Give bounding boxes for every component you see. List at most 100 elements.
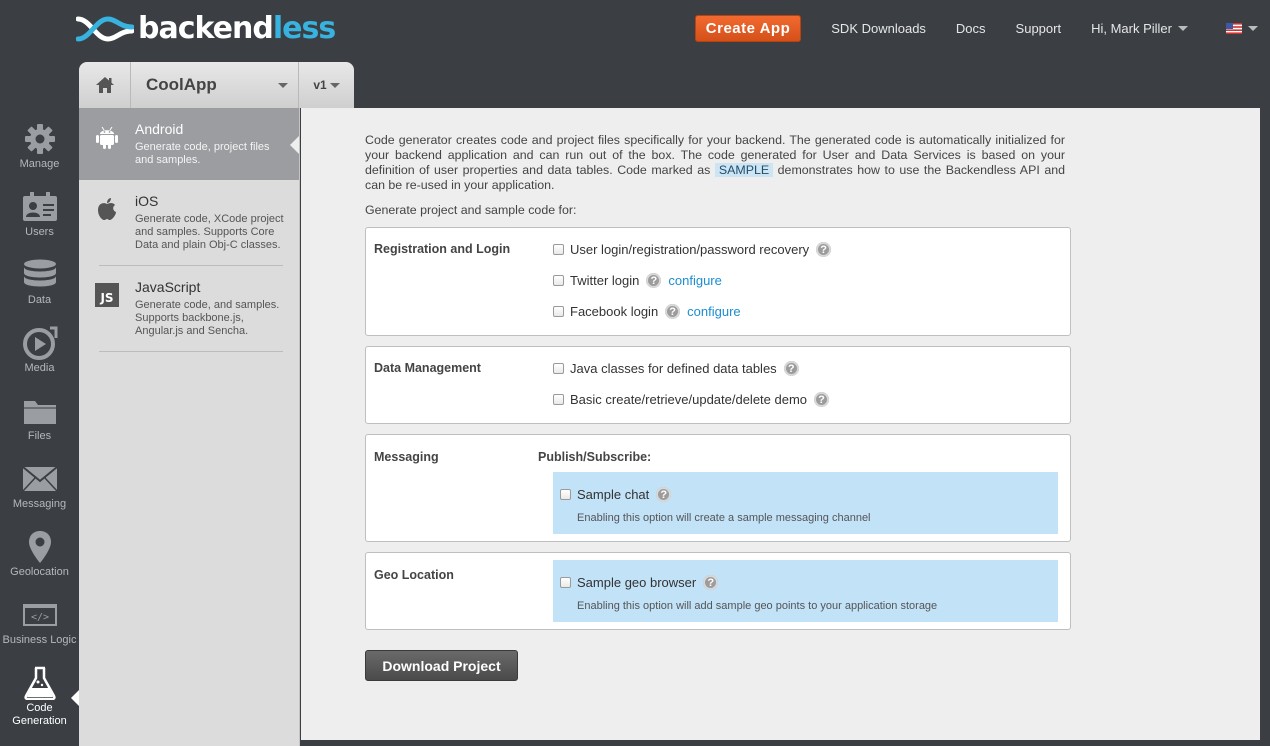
twitter-configure-link[interactable]: configure [668,273,721,288]
chevron-down-icon [1248,26,1258,31]
help-icon[interactable]: ? [783,361,799,376]
sidebar-item-media[interactable]: Media [0,312,79,380]
sidebar-item-manage[interactable]: Manage [0,108,79,176]
divider [99,351,283,352]
java-classes-checkbox[interactable] [553,363,564,374]
option-sample-geo-browser: Sample geo browser ? [560,575,719,590]
help-icon[interactable]: ? [703,575,719,590]
option-sample-chat: Sample chat ? [560,487,672,502]
sidebar-item-files[interactable]: Files [0,380,79,448]
svg-text:JS: JS [99,291,113,305]
sample-chat-box: Sample chat ? Enabling this option will … [553,472,1058,534]
gear-icon [22,122,58,156]
option-facebook-login: Facebook login ? configure [553,304,741,319]
app-selector[interactable]: CoolApp [131,62,299,108]
option-label: Sample geo browser [577,575,697,590]
help-icon[interactable]: ? [656,487,672,502]
sample-geo-box: Sample geo browser ? Enabling this optio… [553,560,1058,622]
option-user-login: User login/registration/password recover… [553,242,832,257]
platform-item-javascript[interactable]: JS JavaScript Generate code, and samples… [79,266,299,351]
backendless-logo[interactable]: backendless [76,11,336,46]
chevron-down-icon [278,82,288,88]
folder-icon [22,394,58,428]
help-icon[interactable]: ? [814,392,830,407]
facebook-login-checkbox[interactable] [553,306,564,317]
section-title: Messaging [374,450,439,464]
section-title: Geo Location [374,568,454,582]
platform-text: Android Generate code, project files and… [135,121,275,167]
apple-icon [93,193,121,221]
option-label: Sample chat [577,487,650,502]
platform-item-android[interactable]: Android Generate code, project files and… [79,108,299,180]
option-description: Enabling this option will add sample geo… [577,600,938,612]
sidebar-item-users[interactable]: Users [0,176,79,244]
sample-tag: SAMPLE [714,163,774,177]
option-crud-demo: Basic create/retrieve/update/delete demo… [553,392,830,407]
sidebar-label: Code Generation [12,702,67,727]
create-app-button[interactable]: Create App [694,15,802,42]
user-menu[interactable]: Hi, Mark Piller [1091,21,1188,36]
platform-item-ios[interactable]: iOS Generate code, XCode project and sam… [79,180,299,265]
top-navigation: Create App SDK Downloads Docs Support Hi… [694,15,1258,42]
geo-location-section: Geo Location Sample geo browser ? Enabli… [365,552,1071,630]
option-java-classes: Java classes for defined data tables ? [553,361,799,376]
flask-icon [22,666,58,700]
platform-title: JavaScript [135,279,201,295]
registration-login-section: Registration and Login User login/regist… [365,227,1071,336]
sidebar-label: Messaging [12,498,67,510]
messaging-section: Messaging Publish/Subscribe: Sample chat… [365,434,1071,542]
help-icon[interactable]: ? [646,273,662,288]
database-icon [22,258,58,292]
sidebar-item-messaging[interactable]: Messaging [0,448,79,516]
option-label: User login/registration/password recover… [570,242,810,257]
twitter-login-checkbox[interactable] [553,275,564,286]
sdk-downloads-link[interactable]: SDK Downloads [831,21,926,36]
platform-list: Android Generate code, project files and… [79,108,300,746]
app-header-bar: CoolApp v1 [79,62,354,108]
help-icon[interactable]: ? [816,242,832,257]
app-name: CoolApp [146,75,217,94]
home-button[interactable] [79,62,131,108]
option-label: Twitter login [570,273,640,288]
section-title: Data Management [374,361,481,375]
option-twitter-login: Twitter login ? configure [553,273,722,288]
user-login-checkbox[interactable] [553,244,564,255]
sidebar-label: Files [27,430,52,442]
home-icon [95,77,114,93]
us-flag-icon [1226,23,1242,34]
sidebar-item-data[interactable]: Data [0,244,79,312]
intro-text: Code generator creates code and project … [365,133,1065,192]
download-project-button[interactable]: Download Project [365,650,518,681]
facebook-configure-link[interactable]: configure [687,304,740,319]
platform-text: JavaScript Generate code, and samples. S… [135,279,285,338]
sidebar-label: Business Logic [2,634,77,646]
sidebar-label: Media [24,362,55,374]
section-title: Registration and Login [374,242,511,256]
sidebar-item-business-logic[interactable]: </> Business Logic [0,584,79,652]
docs-link[interactable]: Docs [956,21,986,36]
crud-demo-checkbox[interactable] [553,394,564,405]
publish-subscribe-heading: Publish/Subscribe: [538,450,652,464]
sidebar-label: Users [25,226,54,238]
platform-description: Generate code, and samples. Supports bac… [135,299,280,337]
platform-title: iOS [135,193,159,209]
android-icon [93,121,121,149]
envelope-icon [21,462,58,496]
sidebar-item-code-generation[interactable]: Code Generation [0,652,79,727]
id-card-icon [22,190,58,224]
version-selector[interactable]: v1 [299,62,354,108]
chevron-down-icon [329,82,340,88]
logo-text: backendless [138,11,336,46]
sidebar-item-geolocation[interactable]: Geolocation [0,516,79,584]
version-label: v1 [313,78,327,92]
language-selector[interactable] [1226,23,1258,34]
sample-chat-checkbox[interactable] [560,489,571,500]
sample-geo-browser-checkbox[interactable] [560,577,571,588]
code-window-icon: </> [22,598,58,632]
user-greeting: Hi, Mark Piller [1091,21,1172,36]
media-play-icon [22,326,58,360]
svg-text:</>: </> [30,612,48,623]
option-label: Facebook login [570,304,659,319]
help-icon[interactable]: ? [665,304,681,319]
support-link[interactable]: Support [1016,21,1062,36]
